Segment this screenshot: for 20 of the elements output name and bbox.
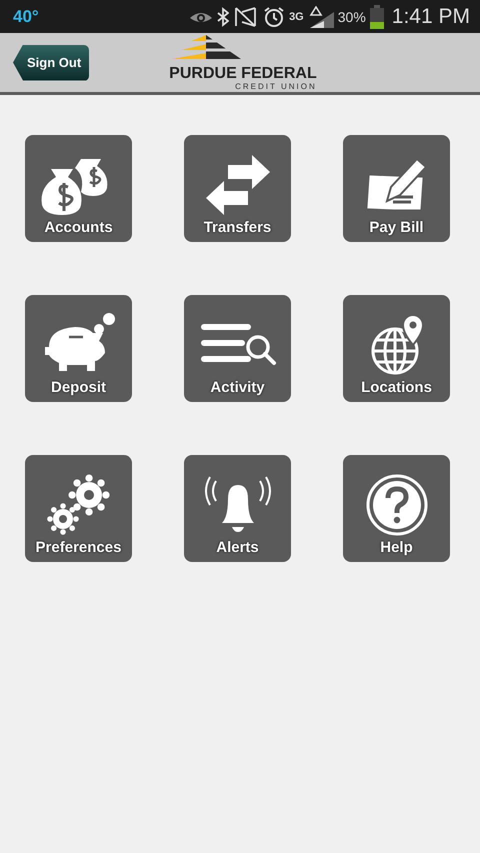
menu-tile[interactable]: Accounts: [25, 135, 132, 242]
temperature-text: 40°: [13, 6, 39, 26]
menu-tile[interactable]: Preferences: [25, 455, 132, 562]
battery-icon: [370, 4, 384, 28]
menu-tile[interactable]: Deposit: [25, 295, 132, 402]
alarm-icon: [263, 6, 286, 28]
menu-tile[interactable]: Pay Bill: [343, 135, 450, 242]
signal-icon: [308, 6, 334, 28]
menu-tile[interactable]: Help: [343, 455, 450, 562]
clock-text: 1:41 PM: [392, 4, 470, 28]
network-text: 3G: [289, 10, 304, 22]
logo-title: PURDUE FEDERAL: [169, 64, 317, 82]
logo-subtitle: CREDIT UNION: [235, 82, 317, 90]
menu-tile[interactable]: Activity: [184, 295, 291, 402]
battery-text: 30%: [338, 8, 366, 24]
sign-out-button[interactable]: Sign Out: [13, 44, 90, 80]
menu-tile[interactable]: Alerts: [184, 455, 291, 562]
menu-tile[interactable]: Transfers: [184, 135, 291, 242]
menu-tile[interactable]: Locations: [343, 295, 450, 402]
bluetooth-icon: [217, 6, 230, 26]
